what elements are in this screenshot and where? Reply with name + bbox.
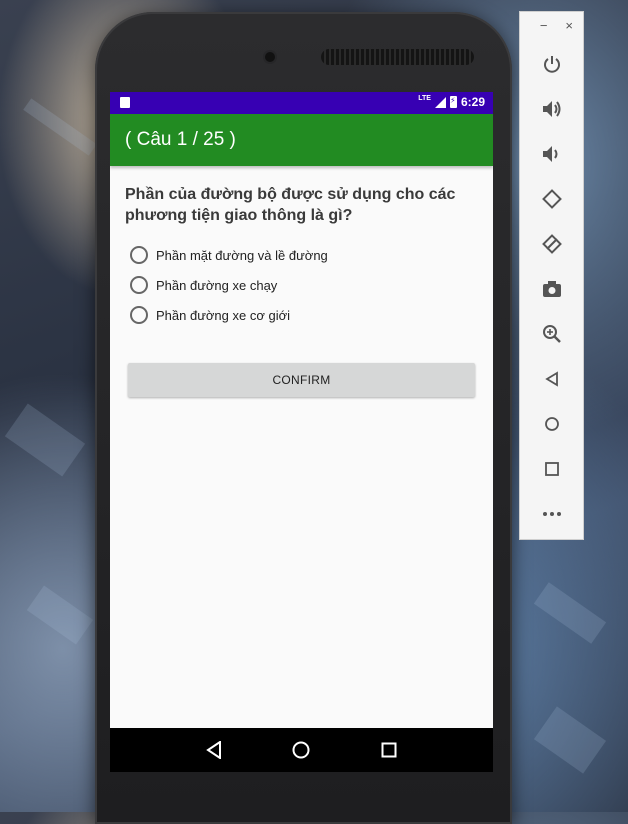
background-shard: [26, 585, 94, 645]
question-counter-title: ( Câu 1 / 25 ): [125, 129, 236, 150]
answer-option[interactable]: Phần mặt đường và lề đường: [124, 240, 479, 270]
background-shard: [4, 403, 86, 477]
volume-up-icon[interactable]: [540, 97, 564, 121]
minimize-icon[interactable]: −: [540, 18, 548, 33]
background-shard: [533, 582, 607, 644]
status-time: 6:29: [460, 95, 485, 109]
close-icon[interactable]: ×: [565, 18, 573, 33]
earpiece-speaker: [321, 49, 474, 65]
status-bar: LTE 6:29: [110, 92, 493, 114]
app-bar: ( Câu 1 / 25 ): [110, 114, 493, 166]
sd-card-icon: [120, 97, 130, 108]
rotate-right-icon[interactable]: [540, 232, 564, 256]
quiz-content: Phần của đường bộ được sử dụng cho các p…: [110, 166, 493, 397]
answer-option-label: Phần đường xe cơ giới: [156, 307, 291, 323]
answer-option-label: Phần đường xe chạy: [156, 277, 278, 293]
emulator-toolbar: − ×: [519, 11, 584, 540]
radio-button-icon[interactable]: [130, 276, 148, 294]
background-shard: [23, 98, 97, 156]
back-icon[interactable]: [204, 740, 224, 760]
system-navigation-bar: [110, 728, 493, 772]
answer-option-label: Phần mặt đường và lề đường: [156, 247, 328, 263]
radio-button-icon[interactable]: [130, 246, 148, 264]
radio-button-icon[interactable]: [130, 306, 148, 324]
home-icon[interactable]: [291, 740, 311, 760]
rotate-left-icon[interactable]: [540, 187, 564, 211]
front-camera: [265, 52, 275, 62]
confirm-button[interactable]: CONFIRM: [128, 363, 475, 397]
answer-option[interactable]: Phần đường xe chạy: [124, 270, 479, 300]
overview-icon[interactable]: [540, 457, 564, 481]
network-type-label: LTE: [418, 94, 431, 102]
question-text: Phần của đường bộ được sử dụng cho các p…: [125, 186, 456, 224]
answer-option[interactable]: Phần đường xe cơ giới: [124, 300, 479, 330]
home-icon[interactable]: [540, 412, 564, 436]
more-icon[interactable]: [540, 502, 564, 526]
zoom-icon[interactable]: [540, 322, 564, 346]
back-icon[interactable]: [540, 367, 564, 391]
recents-icon[interactable]: [379, 740, 399, 760]
battery-charging-icon: [449, 96, 457, 108]
signal-icon: [434, 96, 446, 108]
power-icon[interactable]: [540, 52, 564, 76]
phone-screen: LTE 6:29 ( Câu 1 / 25 ) Phần của đường b…: [110, 92, 493, 772]
camera-icon[interactable]: [540, 277, 564, 301]
volume-down-icon[interactable]: [540, 142, 564, 166]
background-shard: [533, 706, 607, 774]
